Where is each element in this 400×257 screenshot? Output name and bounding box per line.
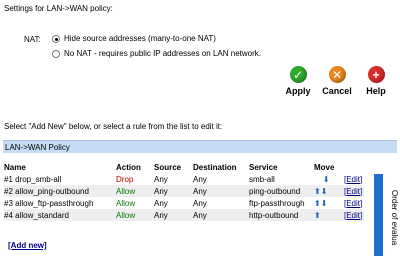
rule-name: #2 allow_ping-outbound bbox=[4, 185, 116, 197]
move-down-icon[interactable]: ⬇ bbox=[323, 175, 330, 184]
instruction-text: Select "Add New" below, or select a rule… bbox=[4, 122, 223, 131]
rule-name: #3 allow_ftp-passthrough bbox=[4, 198, 94, 208]
rule-service: ping-outbound bbox=[249, 185, 314, 197]
rule-destination: Any bbox=[193, 209, 249, 221]
checkmark-icon: ✓ bbox=[289, 66, 307, 83]
move-up-icon[interactable]: ⬆ bbox=[314, 211, 321, 220]
nat-label: NAT: bbox=[24, 35, 41, 44]
rule-action: Allow bbox=[116, 209, 154, 221]
add-new-link[interactable]: [Add new] bbox=[8, 241, 47, 250]
apply-label: Apply bbox=[285, 86, 311, 96]
move-up-icon[interactable]: ⬆ bbox=[314, 199, 321, 208]
rule-destination: Any bbox=[193, 174, 207, 184]
rule-destination: Any bbox=[193, 185, 249, 197]
plus-icon: + bbox=[367, 66, 385, 83]
policy-header-bar: LAN->WAN Policy bbox=[3, 140, 397, 153]
rules-table: Name Action Source Destination Service M… bbox=[4, 161, 364, 221]
move-up-icon[interactable]: ⬆ bbox=[314, 187, 321, 196]
table-header-row: Name Action Source Destination Service M… bbox=[4, 161, 364, 173]
column-header-move: Move bbox=[314, 162, 335, 172]
cancel-label: Cancel bbox=[322, 86, 352, 96]
edit-link[interactable]: [Edit] bbox=[344, 187, 362, 196]
move-down-icon[interactable]: ⬇ bbox=[321, 199, 328, 208]
apply-button[interactable]: ✓ Apply bbox=[279, 66, 317, 96]
rule-source: Any bbox=[154, 185, 193, 197]
edit-cell: [Edit] bbox=[344, 185, 364, 197]
order-indicator-bar bbox=[374, 174, 383, 256]
move-cell: ⬆⬇ bbox=[314, 185, 344, 197]
policy-title: LAN->WAN Policy bbox=[5, 143, 70, 152]
settings-title: Settings for LAN->WAN policy: bbox=[4, 4, 113, 13]
table-row[interactable]: #3 allow_ftp-passthrough Allow Any Any f… bbox=[4, 197, 364, 209]
nat-option-label: No NAT - requires public IP addresses on… bbox=[64, 49, 261, 58]
nat-option-label: Hide source addresses (many-to-one NAT) bbox=[64, 34, 216, 43]
rule-service: http-outbound bbox=[249, 209, 314, 221]
edit-cell: [Edit] bbox=[344, 197, 364, 209]
help-label: Help bbox=[366, 86, 386, 96]
cancel-button[interactable]: ✕ Cancel bbox=[318, 66, 356, 96]
rule-action: Drop bbox=[116, 174, 134, 184]
edit-cell: [Edit] bbox=[344, 173, 364, 185]
column-header-action: Action bbox=[116, 162, 141, 172]
table-row[interactable]: #2 allow_ping-outbound Allow Any Any pin… bbox=[4, 185, 364, 197]
edit-link[interactable]: [Edit] bbox=[344, 199, 362, 208]
move-down-icon[interactable]: ⬇ bbox=[321, 187, 328, 196]
move-cell: ⬆ bbox=[314, 209, 344, 221]
table-row[interactable]: #4 allow_standard Allow Any Any http-out… bbox=[4, 209, 364, 221]
column-header-name: Name bbox=[4, 162, 26, 172]
order-of-evaluation-label: Order of evalua bbox=[390, 190, 399, 246]
column-header-edit bbox=[344, 161, 364, 173]
edit-cell: [Edit] bbox=[344, 209, 364, 221]
move-cell: ⬆⬇ bbox=[314, 197, 344, 209]
radio-unselected-icon[interactable] bbox=[52, 49, 60, 58]
column-header-destination: Destination bbox=[193, 162, 237, 172]
move-cell: ⬇ bbox=[314, 173, 344, 185]
rule-service: smb-all bbox=[249, 174, 275, 184]
cross-icon: ✕ bbox=[328, 66, 346, 83]
table-row[interactable]: #1 drop_smb-all Drop Any Any smb-all ⬇ [… bbox=[4, 173, 364, 185]
rule-source: Any bbox=[154, 209, 193, 221]
column-header-service: Service bbox=[249, 162, 278, 172]
rule-source: Any bbox=[154, 198, 168, 208]
rule-name: #4 allow_standard bbox=[4, 209, 116, 221]
rule-action: Allow bbox=[116, 198, 136, 208]
nat-option-hide-source[interactable]: Hide source addresses (many-to-one NAT) bbox=[52, 34, 216, 43]
help-button[interactable]: + Help bbox=[357, 66, 395, 96]
rule-action: Allow bbox=[116, 185, 154, 197]
edit-link[interactable]: [Edit] bbox=[344, 211, 362, 220]
radio-selected-icon[interactable] bbox=[52, 34, 60, 43]
nat-option-no-nat[interactable]: No NAT - requires public IP addresses on… bbox=[52, 49, 261, 58]
column-header-source: Source bbox=[154, 162, 182, 172]
rule-destination: Any bbox=[193, 198, 207, 208]
rule-name: #1 drop_smb-all bbox=[4, 174, 62, 184]
rule-source: Any bbox=[154, 174, 168, 184]
edit-link[interactable]: [Edit] bbox=[344, 175, 362, 184]
rule-service: ftp-passthrough bbox=[249, 198, 305, 208]
